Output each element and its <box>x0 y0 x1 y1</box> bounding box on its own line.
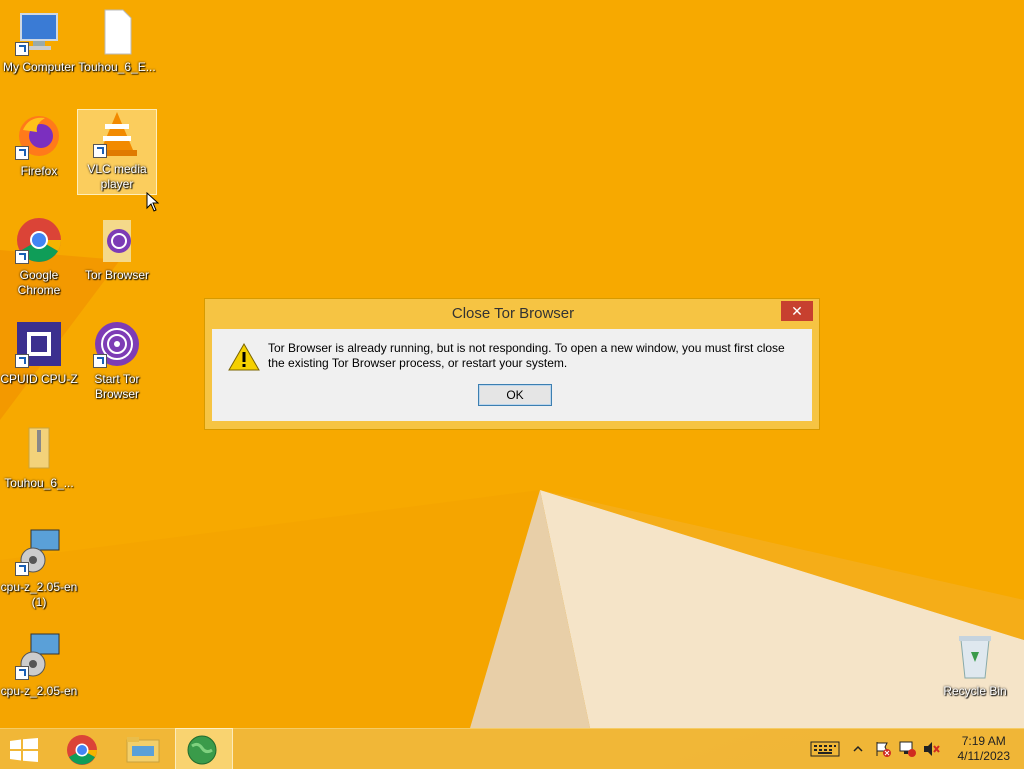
dialog-body: Tor Browser is already running, but is n… <box>212 329 812 421</box>
desktop-icon-label: CPUID CPU-Z <box>0 372 78 386</box>
cpuz-icon <box>15 320 63 368</box>
desktop-icon-label: Touhou_6_E... <box>78 60 156 74</box>
desktop-icon-vlc[interactable]: VLC media player <box>77 109 157 195</box>
clock[interactable]: 7:19 AM 4/11/2023 <box>958 734 1011 764</box>
desktop-icon-label: My Computer <box>2 60 76 74</box>
desktop-icon-label: Google Chrome <box>17 268 61 297</box>
installer-icon <box>15 528 63 576</box>
show-hidden-icons-chevron[interactable] <box>852 741 870 757</box>
desktop-icon-cpuz-installer-1[interactable]: cpu-z_2.05-en (1) <box>0 528 78 610</box>
desktop-icon-tor-browser-folder[interactable]: Tor Browser <box>78 216 156 283</box>
chrome-taskbar-icon[interactable] <box>56 729 112 769</box>
file-explorer-taskbar-icon[interactable] <box>116 729 172 769</box>
desktop-icon-google-chrome[interactable]: Google Chrome <box>0 216 78 298</box>
dialog-title: Close Tor Browser <box>451 305 575 322</box>
clock-time: 7:19 AM <box>961 734 1006 748</box>
network-icon[interactable] <box>898 741 916 757</box>
windows-logo-icon <box>10 738 38 762</box>
keyboard-icon[interactable] <box>810 741 840 757</box>
desktop-icon-label: Touhou_6_... <box>4 476 74 490</box>
desktop-icon-my-computer[interactable]: My Computer <box>0 8 78 75</box>
desktop-icon-label: cpu-z_2.05-en <box>0 684 78 698</box>
action-center-flag-icon[interactable] <box>874 741 892 757</box>
desktop-icon-label: cpu-z_2.05-en (1) <box>0 580 78 609</box>
desktop-icon-cpuid-cpuz[interactable]: CPUID CPU-Z <box>0 320 78 387</box>
desktop-icon-recycle-bin[interactable]: Recycle Bin <box>936 632 1014 699</box>
desktop-icon-start-tor-browser[interactable]: Start Tor Browser <box>78 320 156 402</box>
dialog-close-button[interactable]: ✕ <box>781 301 813 321</box>
firefox-icon <box>15 112 63 160</box>
zip-folder-icon <box>15 424 63 472</box>
desktop-icon-cpuz-installer[interactable]: cpu-z_2.05-en <box>0 632 78 699</box>
recycle-bin-icon <box>951 632 999 680</box>
desktop-icon-firefox[interactable]: Firefox <box>0 112 78 179</box>
computer-icon <box>15 8 63 56</box>
desktop-icon-touhou-file[interactable]: Touhou_6_E... <box>78 8 156 75</box>
volume-muted-icon[interactable] <box>922 741 940 757</box>
close-tor-browser-dialog: Close Tor Browser ✕ Tor Browser is alrea… <box>204 298 820 430</box>
desktop-icon-label: VLC media player <box>87 162 147 191</box>
tor-folder-icon <box>93 216 141 264</box>
desktop-icon-label: Start Tor Browser <box>94 372 140 401</box>
mouse-cursor-icon <box>146 192 160 212</box>
desktop-icon-label: Firefox <box>20 164 58 178</box>
tor-taskbar-icon[interactable] <box>175 728 233 769</box>
start-button[interactable] <box>0 729 56 769</box>
taskbar: 7:19 AM 4/11/2023 <box>0 728 1024 769</box>
installer-icon <box>15 632 63 680</box>
clock-date: 4/11/2023 <box>957 749 1011 763</box>
warning-icon <box>228 343 260 371</box>
desktop-icon-touhou-zip[interactable]: Touhou_6_... <box>0 424 78 491</box>
tor-icon <box>93 320 141 368</box>
document-icon <box>93 8 141 56</box>
desktop-icon-label: Tor Browser <box>84 268 149 282</box>
vlc-icon <box>93 110 141 158</box>
chrome-icon <box>15 216 63 264</box>
desktop-icon-label: Recycle Bin <box>943 684 1007 698</box>
ok-button[interactable]: OK <box>478 384 552 406</box>
dialog-message: Tor Browser is already running, but is n… <box>268 341 785 370</box>
